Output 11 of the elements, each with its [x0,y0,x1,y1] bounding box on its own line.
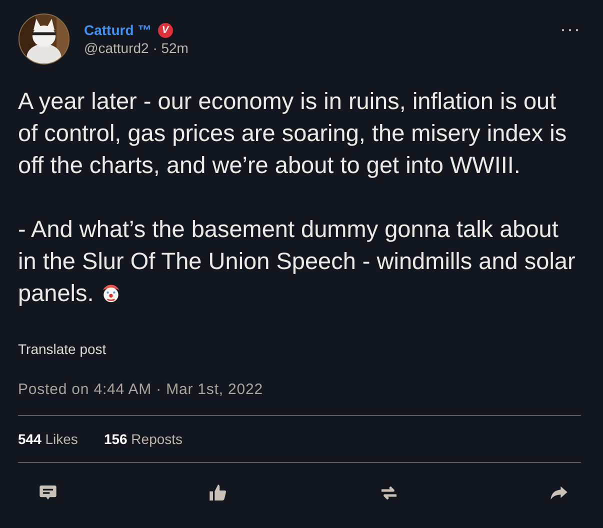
post-text: - And what’s the basement dummy gonna talk about in the Slur Of The Union Speech - windmills and solar panels. [18,215,576,308]
verified-badge: V [158,22,173,38]
stat-count[interactable]: 156 Reposts [104,431,183,447]
translate-link[interactable]: Translate post [18,341,106,357]
more-button[interactable]: ··· [556,19,585,40]
post-timestamp: Posted on 4:44 AM · Mar 1st, 2022 [18,381,581,416]
author-name[interactable]: Catturd ™ [84,22,152,38]
post-text: A year later - our economy is in ruins, inflation is out of control, gas prices are soaring, the misery index is off the charts, and we’re about to get into WWIII. [18,87,568,180]
like-icon[interactable] [208,483,228,503]
author-handle: @catturd2 · 52m [84,40,190,56]
stat-count[interactable]: 544 Likes [18,431,78,447]
